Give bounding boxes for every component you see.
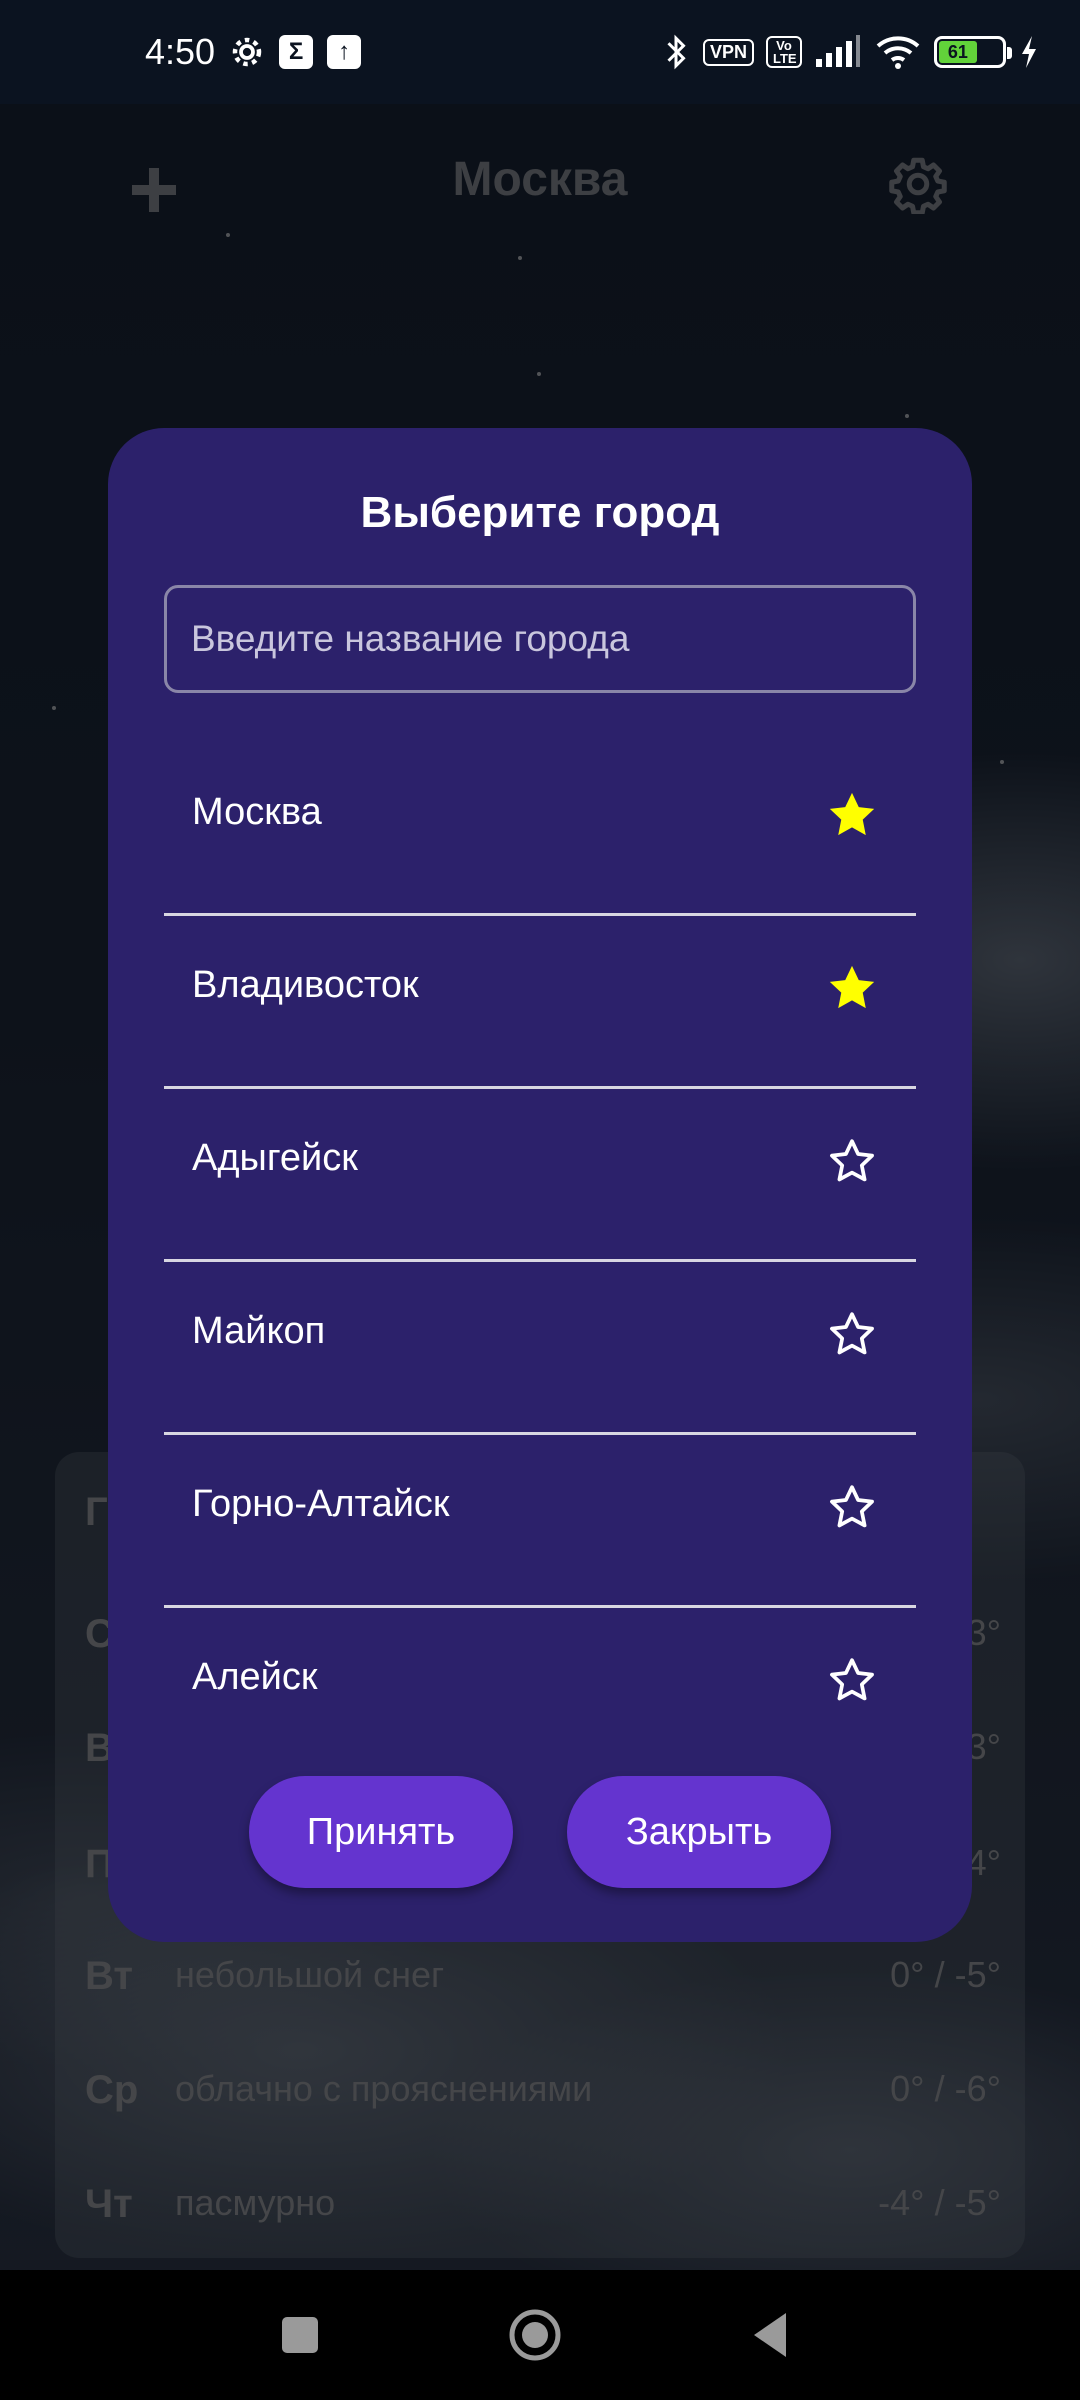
status-bar: 4:50 Σ ↑ VPN Vo LTE 61 — [0, 0, 1080, 104]
signal-icon — [816, 35, 860, 67]
battery-level: 61 — [939, 41, 977, 63]
status-time: 4:50 — [145, 31, 216, 72]
star-filled-icon[interactable] — [824, 787, 880, 843]
star-outline-icon[interactable] — [824, 1133, 880, 1189]
city-list-item[interactable]: Горно-Алтайск — [164, 1435, 916, 1608]
city-list-item[interactable]: Алейск — [164, 1608, 916, 1718]
wifi-icon — [876, 36, 920, 69]
city-list-item[interactable]: Адыгейск — [164, 1089, 916, 1262]
city-list-item[interactable]: Москва — [164, 743, 916, 916]
battery-icon: 61 — [934, 36, 1012, 68]
close-button[interactable]: Закрыть — [567, 1776, 831, 1888]
bluetooth-icon — [667, 34, 686, 70]
charging-icon — [1022, 36, 1036, 68]
dialog-title: Выберите город — [360, 488, 720, 537]
city-name: Москва — [192, 791, 322, 833]
city-name: Адыгейск — [192, 1137, 358, 1179]
navigation-bar — [0, 2270, 1080, 2400]
upload-notification-icon: ↑ — [327, 35, 362, 69]
star-outline-icon[interactable] — [824, 1479, 880, 1535]
city-name: Майкоп — [192, 1310, 326, 1352]
accept-button[interactable]: Принять — [249, 1776, 513, 1888]
star-outline-icon[interactable] — [824, 1306, 880, 1362]
city-list-item[interactable]: Владивосток — [164, 916, 916, 1089]
city-name: Владивосток — [192, 964, 419, 1006]
settings-notification-icon — [232, 37, 262, 67]
volte-icon: Vo LTE — [766, 36, 802, 68]
star-filled-icon[interactable] — [824, 960, 880, 1016]
city-picker-dialog: Выберите город Москва Владивосток Адыгей… — [108, 428, 972, 1942]
home-icon[interactable] — [505, 2305, 565, 2365]
star-outline-icon[interactable] — [824, 1652, 880, 1708]
city-name: Горно-Алтайск — [192, 1483, 450, 1525]
back-icon[interactable] — [742, 2305, 802, 2365]
city-list-item[interactable]: Майкоп — [164, 1262, 916, 1435]
city-list[interactable]: Москва Владивосток Адыгейск Майкоп Горно… — [164, 743, 916, 1718]
city-name: Алейск — [192, 1656, 318, 1698]
city-search-input[interactable] — [164, 585, 916, 693]
sigma-notification-icon: Σ — [279, 35, 314, 69]
vpn-icon: VPN — [702, 38, 754, 66]
recent-apps-icon[interactable] — [270, 2305, 330, 2365]
